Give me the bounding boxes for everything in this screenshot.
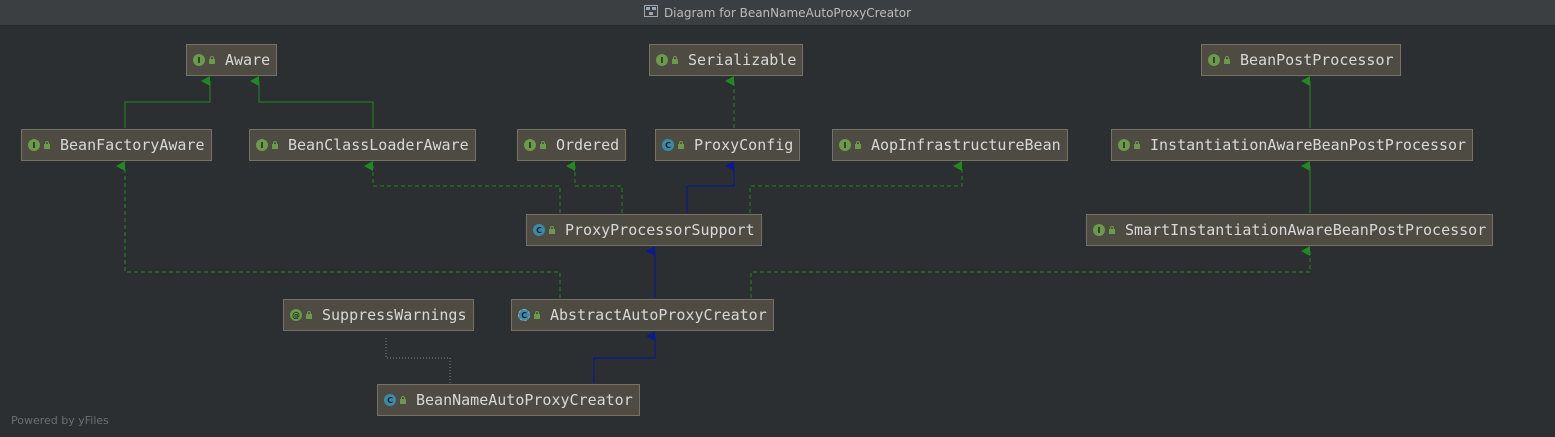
node-label: AopInfrastructureBean (871, 136, 1061, 154)
interface-icon: I (193, 54, 205, 66)
abstract-class-icon: C (518, 309, 530, 321)
edge-bnapc-aapc (593, 331, 656, 383)
edge-bnapc-suppresswarnings (385, 336, 451, 383)
public-lock-icon (208, 56, 216, 64)
node-abstractautoproxycreator[interactable]: C AbstractAutoProxyCreator (511, 299, 774, 331)
public-lock-icon (399, 396, 407, 404)
public-lock-icon (271, 141, 279, 149)
powered-by-label: Powered by yFiles (11, 414, 109, 427)
node-instantiationawarebeanpostprocessor[interactable]: I InstantiationAwareBeanPostProcessor (1111, 129, 1474, 161)
public-lock-icon (1223, 56, 1231, 64)
public-lock-icon (533, 311, 541, 319)
edge-beanfactoryaware-aware (124, 76, 211, 128)
node-proxyconfig[interactable]: C ProxyConfig (655, 129, 801, 161)
edge-beanclassloaderaware-aware (250, 76, 374, 128)
node-label: ProxyConfig (694, 136, 794, 154)
edge-pps-beanclassloaderaware (364, 161, 561, 213)
node-label: BeanNameAutoProxyCreator (416, 391, 633, 409)
interface-icon: I (839, 139, 851, 151)
public-lock-icon (43, 141, 51, 149)
node-label: SmartInstantiationAwareBeanPostProcessor (1125, 221, 1487, 239)
public-lock-icon (1108, 226, 1116, 234)
edge-aapc-smart (750, 246, 1311, 298)
node-proxyprocessorsupport[interactable]: C ProxyProcessorSupport (526, 214, 762, 246)
node-label: ProxyProcessorSupport (565, 221, 755, 239)
public-lock-icon (854, 141, 862, 149)
edge-pps-ordered (566, 161, 623, 213)
public-lock-icon (671, 56, 679, 64)
diagram-canvas[interactable]: I Aware I Serializable I BeanPostProcess… (0, 26, 1555, 437)
node-label: BeanPostProcessor (1240, 51, 1394, 69)
node-label: Aware (225, 51, 271, 69)
interface-icon: I (1208, 54, 1220, 66)
interface-icon: I (256, 139, 268, 151)
node-aware[interactable]: I Aware (186, 44, 278, 76)
node-aopinfrastructurebean[interactable]: I AopInfrastructureBean (832, 129, 1068, 161)
edge-pps-aopinfrastructurebean (749, 161, 963, 213)
node-beannameautoproxycreator[interactable]: C BeanNameAutoProxyCreator (377, 384, 640, 416)
public-lock-icon (539, 141, 547, 149)
node-label: SuppressWarnings (322, 306, 467, 324)
node-label: Ordered (556, 136, 620, 154)
class-icon: C (533, 224, 545, 236)
public-lock-icon (1133, 141, 1141, 149)
node-label: AbstractAutoProxyCreator (550, 306, 767, 324)
node-label: BeanClassLoaderAware (288, 136, 469, 154)
window-title: Diagram for BeanNameAutoProxyCreator (663, 5, 912, 20)
interface-icon: I (1093, 224, 1105, 236)
node-ordered[interactable]: I Ordered (517, 129, 627, 161)
node-label: Serializable (688, 51, 797, 69)
node-beanpostprocessor[interactable]: I BeanPostProcessor (1201, 44, 1401, 76)
interface-icon: I (28, 139, 40, 151)
node-suppresswarnings[interactable]: @ SuppressWarnings (283, 299, 474, 331)
node-beanclassloaderaware[interactable]: I BeanClassLoaderAware (249, 129, 476, 161)
public-lock-icon (305, 311, 313, 319)
public-lock-icon (548, 226, 556, 234)
class-icon: C (384, 394, 396, 406)
edge-pps-proxyconfig (686, 161, 735, 213)
node-smartinstantiationawarebeanpostprocessor[interactable]: I SmartInstantiationAwareBeanPostProcess… (1086, 214, 1494, 246)
annotation-icon: @ (290, 309, 302, 321)
interface-icon: I (1118, 139, 1130, 151)
diagram-icon (643, 5, 658, 20)
interface-icon: I (656, 54, 668, 66)
node-label: InstantiationAwareBeanPostProcessor (1150, 136, 1467, 154)
window-titlebar: Diagram for BeanNameAutoProxyCreator (0, 0, 1555, 26)
node-beanfactoryaware[interactable]: I BeanFactoryAware (21, 129, 212, 161)
node-label: BeanFactoryAware (60, 136, 205, 154)
interface-icon: I (524, 139, 536, 151)
node-serializable[interactable]: I Serializable (649, 44, 804, 76)
class-icon: C (662, 139, 674, 151)
public-lock-icon (677, 141, 685, 149)
